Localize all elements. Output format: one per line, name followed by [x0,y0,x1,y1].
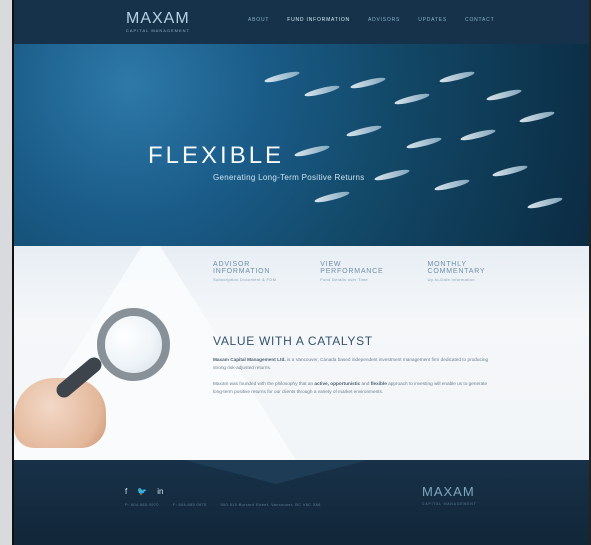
social-links: f 🐦 in [125,487,163,496]
link-title-line-1: ADVISOR [213,261,251,268]
company-name: Maxam Capital Management Ltd. [213,357,286,362]
quick-links: ADVISOR INFORMATION Subscription Documen… [213,261,485,282]
footer: f 🐦 in P: 604.685.0970 F: 604.685.0975 9… [14,460,589,545]
link-title-line-2: COMMENTARY [427,268,486,275]
emphasis-flexible: flexible [370,381,387,386]
emphasis-active-opportunistic: active, opportunistic [314,381,361,386]
nav-fund-information[interactable]: FUND INFORMATION [287,17,350,23]
address: 900-510 Burrard Street, Vancouver, BC V6… [220,503,321,507]
fish-illustration [485,87,523,103]
paragraph-1: Maxam Capital Management Ltd. is a Vanco… [213,356,495,372]
fish-illustration [433,177,471,193]
hero-title: FLEXIBLE [148,142,285,169]
footer-triangle [184,460,368,484]
footer-contact-info: P: 604.685.0970 F: 604.685.0975 900-510 … [125,503,321,507]
logo-subtitle: CAPITAL MANAGEMENT [126,28,191,33]
fax-number: F: 604.685.0975 [172,503,207,507]
fish-illustration [405,135,443,151]
facebook-icon[interactable]: f [125,487,127,496]
main-navigation: ABOUT FUND INFORMATION ADVISORS UPDATES … [248,17,494,23]
link-title-line-1: MONTHLY [427,261,467,268]
twitter-icon[interactable]: 🐦 [137,487,147,496]
fish-illustration [349,75,387,91]
fish-illustration [526,195,564,211]
fish-illustration [393,91,431,107]
linkedin-icon[interactable]: in [157,487,163,496]
fish-illustration [459,127,497,143]
fish-illustration [263,69,301,85]
fish-illustration [313,189,351,205]
link-description: Subscription Document & FOM [213,277,277,282]
monthly-commentary-link[interactable]: MONTHLY COMMENTARY Up-to-Date Informatio… [427,261,485,282]
fish-illustration [518,109,556,125]
magnifying-glass-icon [97,308,170,381]
fish-illustration [303,83,341,99]
fish-illustration [293,143,331,159]
paragraph-2: Maxam was founded with the philosophy th… [213,380,495,396]
footer-logo-subtitle: CAPITAL MANAGEMENT [422,502,477,506]
content-section: ADVISOR INFORMATION Subscription Documen… [14,246,589,460]
paragraph-2-start: Maxam was founded with the philosophy th… [213,381,315,386]
paragraph-2-mid: and [360,381,371,386]
fish-illustration [491,163,529,179]
nav-about[interactable]: ABOUT [248,17,269,23]
nav-updates[interactable]: UPDATES [418,17,447,23]
logo[interactable]: MAXAM [126,10,190,28]
website-frame: MAXAM CAPITAL MANAGEMENT ABOUT FUND INFO… [12,0,591,545]
link-title-line-1: VIEW [320,261,342,268]
nav-advisors[interactable]: ADVISORS [368,17,400,23]
advisor-information-link[interactable]: ADVISOR INFORMATION Subscription Documen… [213,261,276,282]
fish-illustration [438,69,476,85]
content-title: VALUE WITH A CATALYST [213,334,373,348]
hero-subtitle: Generating Long-Term Positive Returns [213,173,365,182]
content-body: Maxam Capital Management Ltd. is a Vanco… [213,356,495,404]
nav-contact[interactable]: CONTACT [465,17,494,23]
link-description: Up-to-Date Information [427,277,475,282]
fish-illustration [345,123,383,139]
footer-logo[interactable]: MAXAM [422,484,475,499]
header-bar: MAXAM CAPITAL MANAGEMENT ABOUT FUND INFO… [14,0,589,44]
phone-number: P: 604.685.0970 [125,503,159,507]
link-title-line-2: INFORMATION [213,268,271,275]
hero-banner: FLEXIBLE Generating Long-Term Positive R… [14,44,589,246]
view-performance-link[interactable]: VIEW PERFORMANCE Fund Details over Time [320,261,383,282]
link-title-line-2: PERFORMANCE [320,268,384,275]
link-description: Fund Details over Time [320,277,368,282]
fish-illustration [373,167,411,183]
